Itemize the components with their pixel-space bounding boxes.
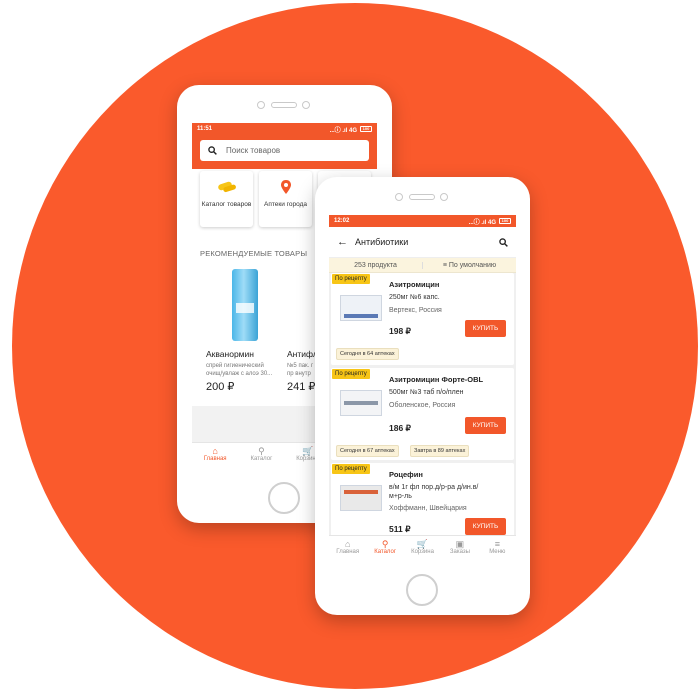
filter-bar: 253 продукта ≡ По умолчанию <box>329 257 516 273</box>
catalog-icon: ⚲ <box>258 446 265 456</box>
product-desc-line: №5 пак. г <box>287 363 314 369</box>
status-bar: 11:51 ...ⓘ .ıl 4G 100 <box>192 123 377 135</box>
menu-icon: ≡ <box>494 539 500 549</box>
product-desc: №5 пак. г пр внутр <box>287 362 313 378</box>
tab-menu[interactable]: ≡ Меню <box>479 536 516 565</box>
product-count: 253 продукта <box>329 261 423 269</box>
buy-button[interactable]: КУПИТЬ <box>465 320 506 337</box>
tab-label: Главная <box>336 549 360 555</box>
speaker-grille <box>409 194 435 200</box>
search-icon[interactable] <box>499 237 508 247</box>
front-screen: 12:02 ...ⓘ .ıl 4G 100 ← Антибиотики 253 … <box>329 215 516 565</box>
tab-orders[interactable]: ▣ Заказы <box>441 536 478 565</box>
product-price: 511 ₽ <box>389 524 411 534</box>
category-label: Каталог товаров <box>201 201 252 208</box>
product-price: 241 ₽ <box>287 381 316 393</box>
product-card[interactable]: По рецепту Роцефин в/м 1г фл пор.д/р-ра … <box>331 463 514 535</box>
buy-button[interactable]: КУПИТЬ <box>465 417 506 434</box>
sensor <box>302 101 310 109</box>
tab-home[interactable]: ⌂ Главная <box>329 536 366 565</box>
prescription-badge: По рецепту <box>332 369 370 379</box>
availability-tag: Сегодня в 64 аптеках <box>336 348 399 360</box>
category-card-catalog[interactable]: Каталог товаров <box>200 171 253 227</box>
pills-icon <box>217 181 236 193</box>
category-label: Аптеки города <box>264 201 307 208</box>
product-card[interactable]: По рецепту Азитромицин Форте-OBL 500мг №… <box>331 368 514 460</box>
sort-label: По умолчанию <box>448 261 497 269</box>
home-button[interactable] <box>268 482 300 514</box>
tab-label: Заказы <box>449 549 470 555</box>
page-title: Антибиотики <box>355 237 409 247</box>
bottom-tab-bar: ⌂ Главная ⚲ Каталог 🛒 Корзина ▣ Заказы ≡ Меню <box>329 535 516 565</box>
top-app-bar: ← Антибиотики <box>329 227 516 257</box>
front-camera <box>257 101 265 109</box>
map-pin-icon <box>280 180 291 194</box>
product-name[interactable]: Роцефин <box>389 470 423 479</box>
search-placeholder: Поиск товаров <box>226 146 281 155</box>
cart-icon: 🛒 <box>416 539 429 549</box>
product-pack-image <box>340 390 382 416</box>
product-name[interactable]: Азитромицин Форте-OBL <box>389 375 483 384</box>
product-maker: Оболенское, Россия <box>389 402 456 409</box>
battery-icon: 100 <box>499 218 511 224</box>
sort-button[interactable]: ≡ По умолчанию <box>423 262 516 269</box>
search-icon <box>208 146 217 155</box>
signal-icon: ...ⓘ .ıl 4G <box>329 127 357 134</box>
product-pack-image <box>340 485 382 511</box>
search-input[interactable]: Поиск товаров <box>200 140 369 161</box>
speaker-grille <box>271 102 297 108</box>
tab-catalog[interactable]: ⚲ Каталог <box>366 536 403 565</box>
product-dosage: 500мг №3 таб п/о/плен <box>389 389 464 396</box>
tab-label: Главная <box>203 456 227 462</box>
status-time: 12:02 <box>334 218 350 224</box>
back-arrow-icon[interactable]: ← <box>337 236 348 248</box>
tab-label: Меню <box>489 549 506 555</box>
search-header: Поиск товаров <box>192 135 377 169</box>
tab-label: Каталог <box>374 549 397 555</box>
prescription-badge: По рецепту <box>332 464 370 474</box>
product-maker: Хоффманн, Швейцария <box>389 505 467 512</box>
tab-label: Каталог <box>250 456 273 462</box>
product-desc-line: спрей гигиенический <box>206 363 264 369</box>
product-list: По рецепту Азитромицин 250мг №6 капс. Ве… <box>329 273 516 535</box>
product-card[interactable]: По рецепту Азитромицин 250мг №6 капс. Ве… <box>331 273 514 365</box>
product-image-aquanormin[interactable] <box>232 269 258 341</box>
availability-tag: Завтра в 89 аптеках <box>410 445 470 457</box>
product-name[interactable]: Азитромицин <box>389 280 439 289</box>
tab-catalog[interactable]: ⚲ Каталог <box>238 443 284 467</box>
tab-label: Корзина <box>411 549 434 555</box>
category-card-pharmacies[interactable]: Аптеки города <box>259 171 312 227</box>
product-desc-line: очищ/увлаж с алоэ 30... <box>206 371 273 377</box>
signal-icon: ...ⓘ .ıl 4G <box>468 219 496 226</box>
promo-stage: 11:51 ...ⓘ .ıl 4G 100 Поиск товаров Ката… <box>0 0 698 692</box>
status-time: 11:51 <box>197 126 213 132</box>
product-desc-line: пр внутр <box>287 371 311 377</box>
product-maker: Вертекс, Россия <box>389 307 442 314</box>
status-bar: 12:02 ...ⓘ .ıl 4G 100 <box>329 215 516 227</box>
prescription-badge: По рецепту <box>332 274 370 284</box>
home-icon: ⌂ <box>212 446 218 456</box>
product-dosage: 250мг №6 капс. <box>389 294 440 301</box>
front-camera <box>395 193 403 201</box>
product-name[interactable]: Акванормин <box>206 349 254 359</box>
home-button[interactable] <box>406 574 438 606</box>
buy-button[interactable]: КУПИТЬ <box>465 518 506 535</box>
home-icon: ⌂ <box>344 539 351 549</box>
orders-icon: ▣ <box>455 539 465 549</box>
catalog-icon: ⚲ <box>381 539 389 549</box>
sensor <box>440 193 448 201</box>
availability-tag: Сегодня в 67 аптеках <box>336 445 399 457</box>
tab-home[interactable]: ⌂ Главная <box>192 443 238 467</box>
tab-cart[interactable]: 🛒 Корзина <box>404 536 441 565</box>
recommended-title: РЕКОМЕНДУЕМЫЕ ТОВАРЫ <box>200 249 308 258</box>
product-dosage: в/м 1г фл пор.д/р-ра д/ин.в/ <box>389 484 479 491</box>
product-price: 198 ₽ <box>389 326 411 336</box>
product-dosage: м+р-ль <box>389 493 412 500</box>
product-desc: спрей гигиенический очищ/увлаж с алоэ 30… <box>206 362 272 378</box>
battery-icon: 100 <box>360 126 372 132</box>
front-phone: 12:02 ...ⓘ .ıl 4G 100 ← Антибиотики 253 … <box>315 177 530 615</box>
product-price: 200 ₽ <box>206 381 235 393</box>
product-pack-image <box>340 295 382 321</box>
product-price: 186 ₽ <box>389 423 411 433</box>
